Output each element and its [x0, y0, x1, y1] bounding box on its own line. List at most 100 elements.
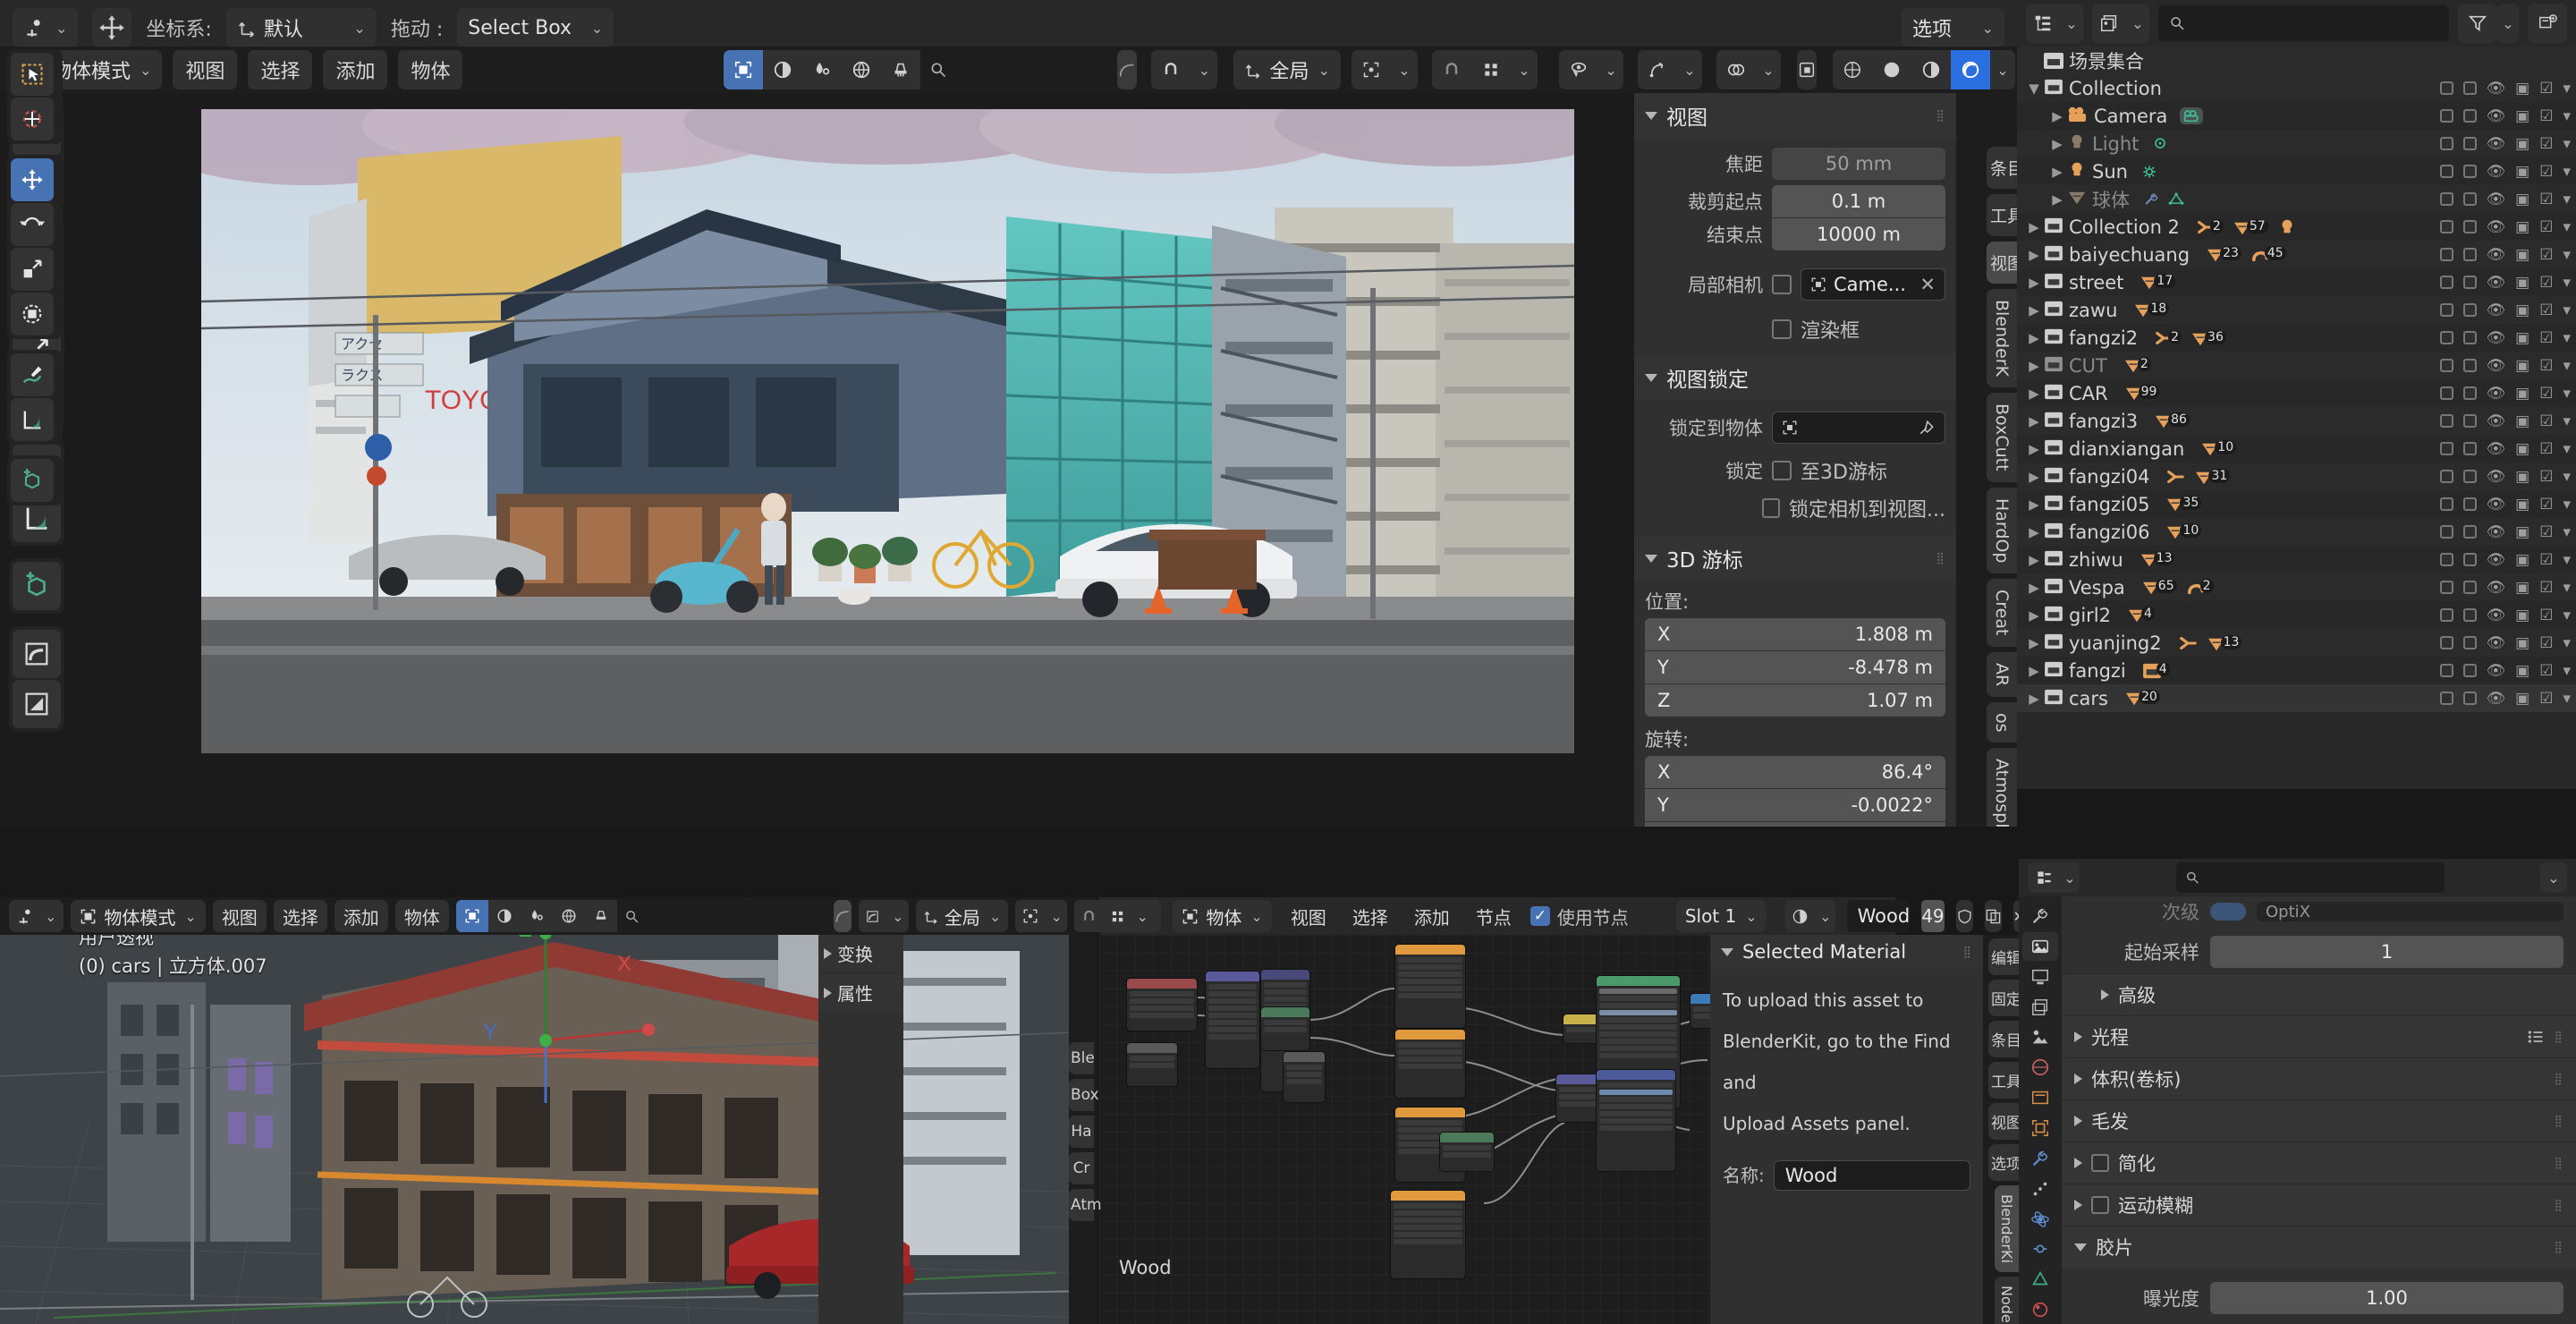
vtab-boxcutter[interactable]: BoxCutt: [1987, 393, 2017, 482]
camera-render-icon[interactable]: ☑: [2539, 274, 2553, 292]
eye-icon[interactable]: 👁: [2487, 301, 2506, 319]
transform-tool-icon[interactable]: [11, 293, 54, 335]
expand-arrow-icon[interactable]: ▶: [2024, 524, 2044, 540]
filter-icon[interactable]: ▾: [2563, 163, 2571, 181]
properties-search-input[interactable]: [2206, 868, 2445, 887]
camera-render-icon[interactable]: ☑: [2539, 80, 2553, 98]
pivot-point-icon-2[interactable]: [1015, 900, 1046, 932]
screen-icon[interactable]: ▣: [2515, 468, 2529, 486]
selectable-checkbox[interactable]: [2462, 553, 2477, 566]
brush-filter-toggle[interactable]: [881, 50, 921, 89]
shader-menu-select[interactable]: 选择: [1345, 900, 1395, 932]
add-cube-tool-icon[interactable]: [13, 562, 61, 610]
screen-icon[interactable]: ▣: [2515, 496, 2529, 513]
transform-orientation-dropdown[interactable]: 全局 ⌄: [1233, 50, 1341, 89]
expand-arrow-icon[interactable]: ▶: [2024, 691, 2044, 707]
rotate-tool-icon[interactable]: [11, 203, 54, 246]
screen-icon[interactable]: ▣: [2515, 246, 2529, 264]
outliner-row-zhiwu[interactable]: ▶ zhiwu 13 👁 ▣ ☑ ▾: [2017, 546, 2576, 573]
shader-menu-node[interactable]: 节点: [1469, 900, 1519, 932]
camera-render-icon[interactable]: ☑: [2539, 163, 2553, 181]
rendered-scene-preview[interactable]: アクセ ラクス TOYOPET: [201, 109, 1574, 753]
selectable-checkbox[interactable]: [2462, 692, 2477, 705]
eye-icon[interactable]: 👁: [2487, 191, 2506, 208]
menu-select-2[interactable]: 选择: [273, 900, 327, 932]
lock-cursor-checkbox[interactable]: [1772, 461, 1792, 480]
filter-icon[interactable]: ▾: [2563, 579, 2571, 597]
node-output-group[interactable]: [1596, 1069, 1676, 1172]
world-filter-toggle-2[interactable]: [552, 900, 585, 932]
vtab-blenderkit[interactable]: BlenderK: [1987, 289, 2017, 388]
exposure-value[interactable]: 1.00: [2210, 1282, 2563, 1314]
selectable-checkbox[interactable]: [2462, 581, 2477, 594]
gizmo-icon[interactable]: [1637, 50, 1677, 89]
outliner-search-field[interactable]: [2158, 5, 2449, 41]
camera-render-icon[interactable]: ☑: [2539, 579, 2553, 597]
outliner-row-fangzi2[interactable]: ▶ fangzi2 2 36 👁 ▣ ☑ ▾: [2017, 324, 2576, 352]
render-checkbox[interactable]: [2439, 636, 2453, 649]
snap-dropdown[interactable]: ⌄: [1191, 50, 1218, 89]
overlays-icon[interactable]: [1716, 50, 1756, 89]
partial-row-value[interactable]: OptiX: [2257, 902, 2563, 921]
cursor-rot-y[interactable]: Y -0.0022°: [1645, 789, 1945, 821]
outliner-search-input[interactable]: [2192, 13, 2449, 34]
screen-icon[interactable]: ▣: [2515, 274, 2529, 292]
selectable-checkbox[interactable]: [2462, 248, 2477, 261]
selectable-checkbox[interactable]: [2462, 386, 2477, 400]
menu-add-2[interactable]: 添加: [334, 900, 388, 932]
outliner-row-camera[interactable]: ▶ Camera 👁 ▣ ☑ ▾: [2017, 102, 2576, 130]
tab-tool[interactable]: [2022, 902, 2058, 930]
filter-icon[interactable]: ▾: [2563, 107, 2571, 125]
active-tool-selector[interactable]: ⌄: [13, 8, 79, 47]
vtab-item[interactable]: 条目: [1987, 147, 2017, 189]
shading-dropdown[interactable]: ⌄: [1989, 50, 2015, 89]
copy-icon[interactable]: [1984, 900, 2002, 932]
selectable-checkbox[interactable]: [2462, 470, 2477, 483]
filter-icon[interactable]: ▾: [2563, 329, 2571, 347]
expand-arrow-icon[interactable]: ▶: [2024, 413, 2044, 429]
camera-render-icon[interactable]: ☑: [2539, 357, 2553, 375]
camera-render-icon[interactable]: ☑: [2539, 662, 2553, 680]
outliner-row-球体[interactable]: ▶ 球体 👁 ▣ ☑ ▾: [2017, 185, 2576, 213]
shading-solid[interactable]: [1871, 50, 1911, 89]
screen-icon[interactable]: ▣: [2515, 107, 2529, 125]
knife-tool-icon[interactable]: [13, 680, 61, 728]
local-camera-checkbox[interactable]: [1772, 275, 1792, 294]
render-checkbox[interactable]: [2439, 386, 2453, 400]
node-colorramp[interactable]: [1394, 944, 1466, 1029]
world-filter-toggle[interactable]: [842, 50, 882, 89]
start-sample-value[interactable]: 1: [2210, 936, 2563, 968]
node-texcoord[interactable]: [1126, 978, 1198, 1031]
mtab-blenderkit[interactable]: BlenderKi: [1995, 1185, 2019, 1272]
properties-search-field[interactable]: [2175, 862, 2445, 893]
selectable-checkbox[interactable]: [2462, 192, 2477, 206]
mtab-tool[interactable]: 工具: [1988, 1062, 2021, 1099]
camera-render-icon[interactable]: ☑: [2539, 634, 2553, 652]
display-mode-dropdown[interactable]: ⌄: [2060, 4, 2083, 43]
mtab-edit[interactable]: 编辑: [1988, 938, 2021, 975]
focal-value[interactable]: 50 mm: [1772, 148, 1945, 180]
vtab-create[interactable]: Creat: [1987, 579, 2017, 647]
camera-render-icon[interactable]: ☑: [2539, 496, 2553, 513]
main-3d-viewport[interactable]: アクセ ラクス TOYOPET: [0, 93, 2017, 827]
expand-arrow-icon[interactable]: ▶: [2024, 552, 2044, 568]
camera-render-icon[interactable]: ☑: [2539, 329, 2553, 347]
use-nodes-checkbox[interactable]: ✓: [1530, 906, 1550, 926]
pivot-dropdown-2[interactable]: ⌄: [1046, 900, 1068, 932]
camera-render-icon[interactable]: ☑: [2539, 551, 2553, 569]
partial-row-toggle[interactable]: [2210, 903, 2246, 921]
new-collection-icon[interactable]: [2528, 4, 2567, 43]
eye-icon[interactable]: 👁: [2487, 218, 2506, 236]
material-filter-toggle-2[interactable]: [487, 900, 521, 932]
tab-particles[interactable]: [2022, 1175, 2058, 1203]
camera-render-icon[interactable]: ☑: [2539, 607, 2553, 624]
display-mode-icon[interactable]: [2026, 4, 2060, 43]
tab-constraints[interactable]: [2022, 1235, 2058, 1263]
camera-render-icon[interactable]: ☑: [2539, 246, 2553, 264]
eye-icon[interactable]: 👁: [2487, 246, 2506, 264]
tab-physics[interactable]: [2022, 1205, 2058, 1234]
expand-arrow-icon[interactable]: ▶: [2024, 275, 2044, 291]
mtab-node-wrangler[interactable]: Node Wrangle: [1995, 1276, 2019, 1324]
outliner-row-cars[interactable]: ▶ cars 20 👁 ▣ ☑ ▾: [2017, 684, 2576, 712]
outliner-row-street[interactable]: ▶ street 17 👁 ▣ ☑ ▾: [2017, 268, 2576, 296]
